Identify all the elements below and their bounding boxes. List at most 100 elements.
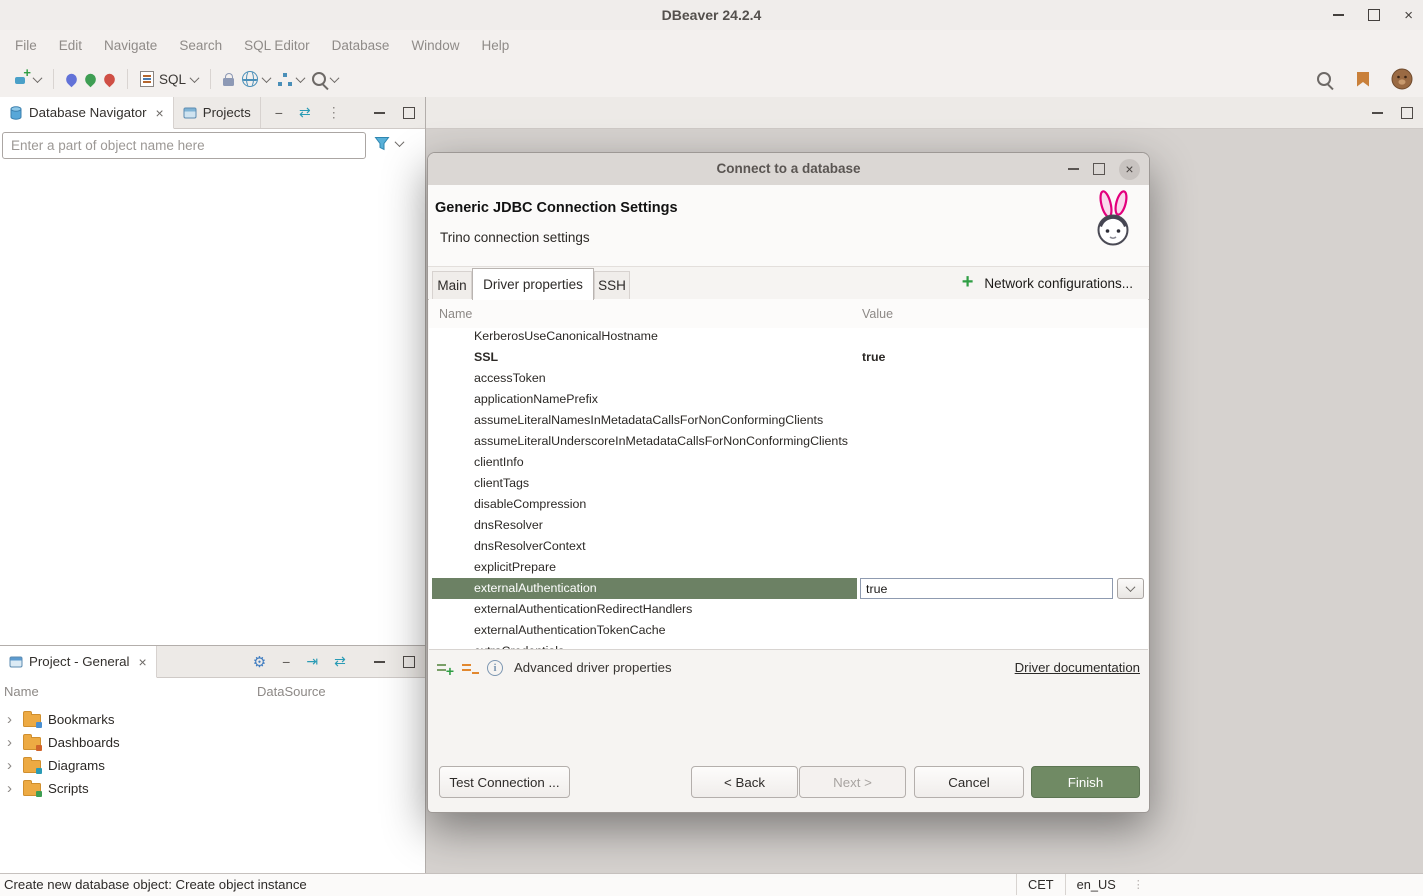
tab-main[interactable]: Main xyxy=(432,271,472,299)
menu-window[interactable]: Window xyxy=(400,33,470,58)
menu-sql-editor[interactable]: SQL Editor xyxy=(233,33,321,58)
menu-help[interactable]: Help xyxy=(470,33,520,58)
maximize-view-icon[interactable] xyxy=(1401,107,1413,119)
tree-item-diagrams[interactable]: › Diagrams xyxy=(0,754,425,777)
bookmarks-button[interactable] xyxy=(1353,68,1373,91)
window-titlebar[interactable]: DBeaver 24.2.4 × xyxy=(0,0,1423,30)
property-row[interactable]: KerberosUseCanonicalHostname xyxy=(429,328,1148,347)
user-avatar[interactable] xyxy=(1391,68,1413,90)
minimize-view-icon[interactable] xyxy=(374,112,385,114)
column-header-name[interactable]: Name xyxy=(439,307,472,321)
property-row-selected[interactable]: externalAuthentication xyxy=(429,578,1148,599)
window-minimize-icon[interactable] xyxy=(1333,14,1344,16)
property-row[interactable]: externalAuthenticationRedirectHandlers xyxy=(429,599,1148,620)
new-connection-button[interactable] xyxy=(10,68,45,90)
chevron-down-icon xyxy=(330,73,340,83)
expand-chevron-icon[interactable]: › xyxy=(7,712,16,727)
property-row[interactable]: assumeLiteralUnderscoreInMetadataCallsFo… xyxy=(429,431,1148,452)
property-row[interactable]: SSLtrue xyxy=(429,347,1148,368)
close-tab-icon[interactable]: × xyxy=(139,654,147,670)
property-row[interactable]: dnsResolverContext xyxy=(429,536,1148,557)
cancel-button[interactable]: Cancel xyxy=(914,766,1024,798)
open-web-button[interactable] xyxy=(238,67,274,91)
value-dropdown-button[interactable] xyxy=(1117,578,1144,599)
finish-button[interactable]: Finish xyxy=(1031,766,1140,798)
timezone-indicator[interactable]: CET xyxy=(1016,874,1065,895)
maximize-view-icon[interactable] xyxy=(403,107,415,119)
dialog-close-icon[interactable]: × xyxy=(1119,159,1140,180)
property-row[interactable]: clientTags xyxy=(429,473,1148,494)
search-tools-button[interactable] xyxy=(308,68,342,90)
collapse-all-icon[interactable]: − xyxy=(282,654,290,670)
plus-icon: + xyxy=(962,272,974,292)
property-value-input[interactable] xyxy=(860,578,1113,599)
tab-database-navigator[interactable]: Database Navigator × xyxy=(0,97,174,129)
maximize-view-icon[interactable] xyxy=(403,656,415,668)
global-search-button[interactable] xyxy=(1313,68,1335,90)
expand-chevron-icon[interactable]: › xyxy=(7,735,16,750)
expand-chevron-icon[interactable]: › xyxy=(7,781,16,796)
transaction-log-button[interactable] xyxy=(219,68,238,90)
sql-editor-button[interactable]: SQL xyxy=(136,67,202,91)
tab-driver-properties[interactable]: Driver properties xyxy=(472,268,594,300)
view-menu-icon[interactable]: ⋮ xyxy=(327,104,341,121)
next-button[interactable]: Next > xyxy=(799,766,906,798)
dialog-minimize-icon[interactable] xyxy=(1068,168,1079,170)
column-header-datasource[interactable]: DataSource xyxy=(257,684,326,699)
tab-projects[interactable]: Projects xyxy=(174,97,261,128)
commit-button[interactable] xyxy=(81,70,100,89)
menu-edit[interactable]: Edit xyxy=(48,33,93,58)
property-row[interactable]: assumeLiteralNamesInMetadataCallsForNonC… xyxy=(429,410,1148,431)
projects-icon xyxy=(183,106,197,119)
link-with-editor-icon[interactable]: ⇄ xyxy=(334,653,346,670)
tree-item-bookmarks[interactable]: › Bookmarks xyxy=(0,708,425,731)
object-name-search-input[interactable] xyxy=(2,132,366,159)
dialog-titlebar[interactable]: Connect to a database × xyxy=(428,153,1149,186)
property-row[interactable]: dnsResolver xyxy=(429,515,1148,536)
tab-project-general[interactable]: Project - General × xyxy=(0,646,157,678)
property-row[interactable]: accessToken xyxy=(429,368,1148,389)
property-row[interactable]: externalAuthenticationTokenCache xyxy=(429,620,1148,641)
menu-search[interactable]: Search xyxy=(168,33,233,58)
link-with-editor-icon[interactable]: ⇄ xyxy=(299,104,311,121)
window-close-icon[interactable]: × xyxy=(1404,8,1413,23)
autocommit-button[interactable] xyxy=(62,70,81,89)
property-row[interactable]: extraCredentials xyxy=(429,641,1148,650)
expand-chevron-icon[interactable]: › xyxy=(7,758,16,773)
close-tab-icon[interactable]: × xyxy=(156,105,164,121)
network-configurations-button[interactable]: + Network configurations... xyxy=(962,274,1133,292)
minimize-view-icon[interactable] xyxy=(1372,112,1383,114)
test-connection-button[interactable]: Test Connection ... xyxy=(439,766,570,798)
scripts-folder-icon xyxy=(23,783,41,796)
tree-item-dashboards[interactable]: › Dashboards xyxy=(0,731,425,754)
beaver-avatar-icon xyxy=(1391,68,1413,90)
property-grid[interactable]: KerberosUseCanonicalHostname SSLtrue acc… xyxy=(429,328,1148,650)
settings-gear-icon[interactable]: ⚙ xyxy=(253,653,266,671)
menu-navigate[interactable]: Navigate xyxy=(93,33,168,58)
back-button[interactable]: < Back xyxy=(691,766,798,798)
toolbar-separator xyxy=(127,69,128,89)
remove-property-icon[interactable] xyxy=(462,662,476,674)
property-row[interactable]: applicationNamePrefix xyxy=(429,389,1148,410)
property-row[interactable]: explicitPrepare xyxy=(429,557,1148,578)
rollback-button[interactable] xyxy=(100,70,119,89)
column-header-value[interactable]: Value xyxy=(862,307,893,321)
driver-documentation-link[interactable]: Driver documentation xyxy=(1015,660,1140,675)
collapse-all-icon[interactable]: − xyxy=(275,105,283,121)
link-open-icon[interactable]: ⇥ xyxy=(306,653,318,670)
window-maximize-icon[interactable] xyxy=(1368,9,1380,21)
menu-file[interactable]: File xyxy=(4,33,48,58)
locale-indicator[interactable]: en_US xyxy=(1065,874,1127,895)
tab-ssh[interactable]: SSH xyxy=(594,271,630,299)
add-property-icon[interactable] xyxy=(437,662,451,674)
dialog-maximize-icon[interactable] xyxy=(1093,163,1105,175)
minimize-view-icon[interactable] xyxy=(374,661,385,663)
network-tools-button[interactable] xyxy=(274,69,308,90)
property-row[interactable]: clientInfo xyxy=(429,452,1148,473)
column-header-name[interactable]: Name xyxy=(4,684,39,699)
menu-bar: File Edit Navigate Search SQL Editor Dat… xyxy=(0,30,1423,61)
filter-button[interactable] xyxy=(374,136,403,151)
tree-item-scripts[interactable]: › Scripts xyxy=(0,777,425,800)
menu-database[interactable]: Database xyxy=(321,33,401,58)
property-row[interactable]: disableCompression xyxy=(429,494,1148,515)
